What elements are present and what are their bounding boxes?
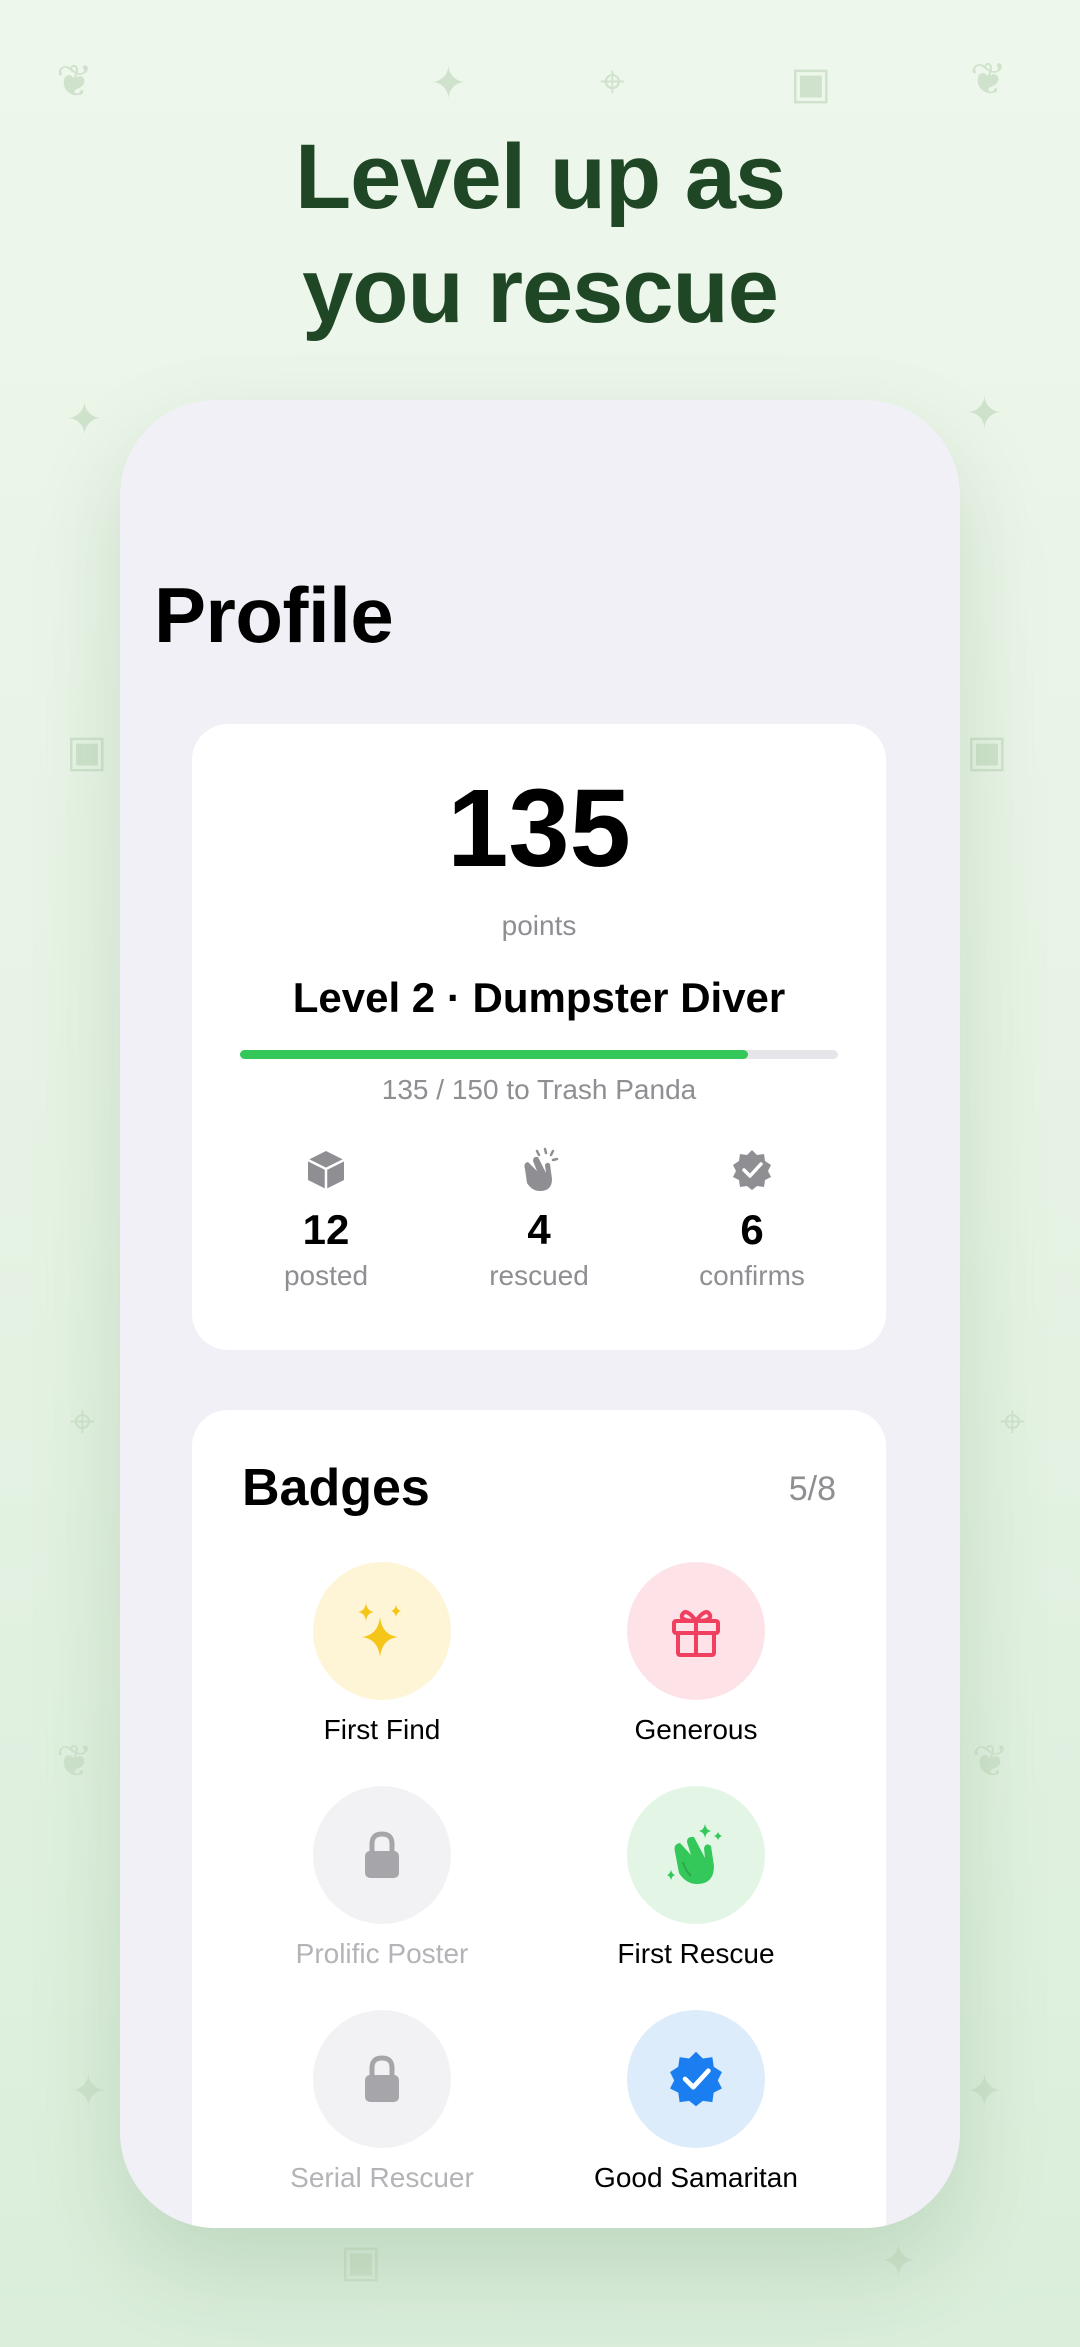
stat-value: 6 [740, 1206, 764, 1253]
stat-label: confirms [699, 1260, 805, 1291]
badge-name: Good Samaritan [594, 2162, 798, 2193]
badge-circle [627, 1786, 765, 1924]
gift-decoration-icon: ▣ [790, 59, 832, 108]
stat-value: 4 [527, 1206, 551, 1253]
badge-prolific-poster[interactable]: Prolific Poster [252, 1786, 512, 1970]
verified-badge-icon [670, 2051, 722, 2107]
points-value: 135 [447, 767, 631, 890]
sparkle-decoration-icon: ✦ [880, 2237, 917, 2286]
clapping-hands-icon [439, 1144, 639, 1196]
badge-circle [313, 1786, 451, 1924]
pin-decoration-icon: ⌖ [600, 57, 625, 106]
badge-name: Prolific Poster [295, 1938, 469, 1969]
badge-circle [627, 1562, 765, 1700]
phone-screen: Profile 135 points Level 2 · Dumpster Di… [120, 400, 960, 2228]
points-label: points [501, 910, 577, 941]
badge-name: Generous [634, 1714, 758, 1745]
badges-title: Badges [242, 1459, 430, 1517]
lock-icon [365, 2055, 399, 2102]
badge-good-samaritan[interactable]: Good Samaritan [566, 2010, 826, 2194]
marketing-headline: Level up as you rescue [0, 120, 1080, 348]
clapping-hands-icon [667, 1824, 722, 1884]
stat-posted: 12 posted [226, 1144, 426, 1292]
pin-decoration-icon: ⌖ [1000, 1397, 1025, 1446]
stat-label: rescued [489, 1260, 589, 1291]
lock-icon [365, 1831, 399, 1878]
badges-card: Badges 5/8 First Find Generous Prolific … [192, 1410, 886, 2228]
headline-line-2: you rescue [302, 240, 779, 342]
stat-label: posted [283, 1260, 369, 1291]
badge-generous[interactable]: Generous [566, 1562, 826, 1746]
box-icon [226, 1144, 426, 1196]
sparkle-decoration-icon: ✦ [966, 389, 1003, 438]
pin-decoration-icon: ⌖ [70, 1397, 95, 1446]
sparkle-decoration-icon: ✦ [430, 59, 467, 108]
level-title: Level 2 · Dumpster Diver [292, 974, 786, 1021]
badge-first-rescue[interactable]: First Rescue [566, 1786, 826, 1970]
sparkle-decoration-icon: ✦ [70, 2067, 107, 2116]
level-progress-fill [240, 1050, 749, 1059]
badge-circle [313, 2010, 451, 2148]
leaf-decoration-icon: ❦ [56, 1737, 93, 1786]
leaf-decoration-icon: ❦ [972, 1737, 1009, 1786]
gift-decoration-icon: ▣ [340, 2237, 382, 2286]
gift-decoration-icon: ▣ [966, 727, 1008, 776]
leaf-decoration-icon: ❦ [970, 55, 1007, 104]
level-progress-bar [240, 1050, 838, 1059]
points-card: 135 points Level 2 · Dumpster Diver 135 … [192, 724, 886, 1350]
badge-name: First Find [323, 1714, 441, 1745]
stat-value: 12 [302, 1206, 350, 1253]
badge-circle [313, 1562, 451, 1700]
page-title: Profile [154, 571, 394, 659]
stat-rescued: 4 rescued [439, 1144, 639, 1292]
sparkle-decoration-icon: ✦ [966, 2067, 1003, 2116]
badge-name: First Rescue [617, 1938, 775, 1969]
sparkle-decoration-icon: ✦ [66, 395, 103, 444]
sparkles-icon [358, 1603, 401, 1657]
gift-decoration-icon: ▣ [66, 727, 108, 776]
progress-caption: 135 / 150 to Trash Panda [381, 1074, 697, 1105]
badge-circle [627, 2010, 765, 2148]
badge-first-find[interactable]: First Find [252, 1562, 512, 1746]
badge-serial-rescuer[interactable]: Serial Rescuer [252, 2010, 512, 2194]
headline-line-1: Level up as [294, 126, 786, 228]
stat-confirms: 6 confirms [652, 1144, 852, 1292]
verified-badge-icon [652, 1144, 852, 1196]
badges-count: 5/8 [788, 1470, 836, 1508]
leaf-decoration-icon: ❦ [56, 57, 93, 106]
gift-icon [672, 1610, 720, 1657]
badge-name: Serial Rescuer [290, 2162, 474, 2193]
